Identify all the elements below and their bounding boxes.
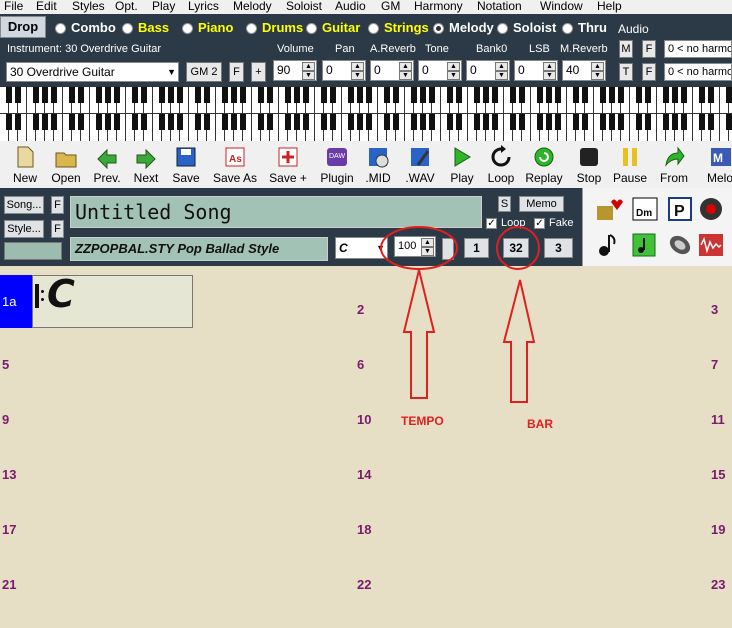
bar-annotation-label: BAR <box>527 417 553 431</box>
annotation-overlay <box>380 226 540 403</box>
tempo-highlight-circle <box>380 226 458 270</box>
bar-arrow-icon <box>502 279 536 403</box>
tempo-arrow-icon <box>402 269 436 399</box>
bar-highlight-circle <box>496 226 540 270</box>
tempo-annotation-label: TEMPO <box>401 414 444 428</box>
